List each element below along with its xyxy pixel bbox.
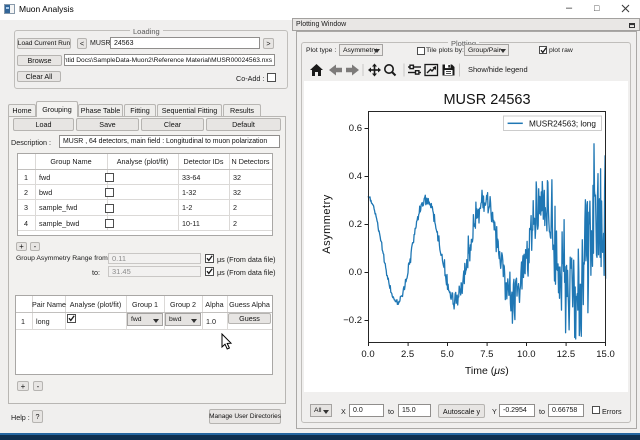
svg-text:0.0: 0.0 — [349, 267, 362, 278]
svg-text:0.6: 0.6 — [349, 123, 362, 134]
svg-text:MUSR 24563: MUSR 24563 — [443, 92, 530, 108]
svg-text:7.5: 7.5 — [480, 349, 493, 360]
svg-text:−0.2: −0.2 — [343, 315, 362, 326]
svg-text:15.0: 15.0 — [596, 349, 615, 360]
svg-text:MUSR24563; long: MUSR24563; long — [529, 120, 596, 129]
svg-text:0.2: 0.2 — [349, 219, 362, 230]
svg-text:2.5: 2.5 — [401, 349, 414, 360]
svg-text:Asymmetry: Asymmetry — [321, 194, 333, 254]
svg-text:12.5: 12.5 — [557, 349, 576, 360]
svg-text:0.0: 0.0 — [361, 349, 374, 360]
svg-text:0.4: 0.4 — [349, 171, 362, 182]
svg-text:5.0: 5.0 — [441, 349, 454, 360]
svg-text:Time (μs): Time (μs) — [465, 365, 509, 377]
svg-text:10.0: 10.0 — [517, 349, 536, 360]
